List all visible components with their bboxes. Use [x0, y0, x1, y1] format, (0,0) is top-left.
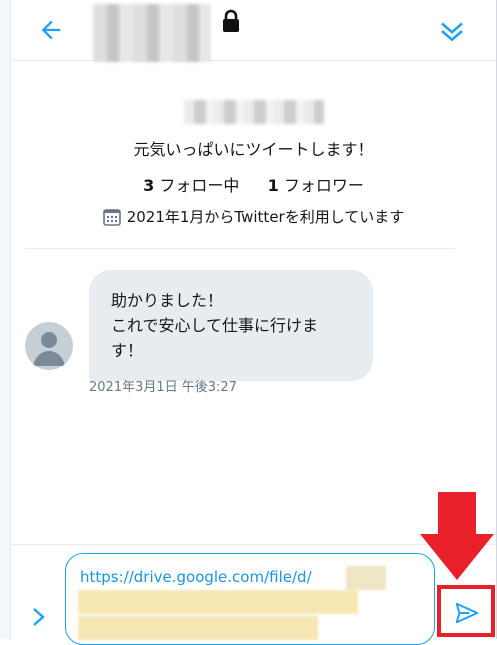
red-down-arrow	[420, 492, 494, 580]
follow-stats: 3 フォロー中 1 フォロワー	[11, 172, 496, 196]
profile-summary: 元気いっぱいにツイートします！ 3 フォロー中 1 フォロワー 2021年1月か…	[11, 100, 496, 227]
double-chevron-down-icon[interactable]	[437, 16, 467, 46]
redacted-url-part	[346, 566, 386, 590]
message-line: 助かりました！	[111, 291, 224, 310]
joined-text: 2021年1月からTwitterを利用しています	[126, 208, 405, 226]
following-label[interactable]: フォロー中	[159, 176, 239, 195]
paper-plane-icon	[455, 602, 479, 624]
message-bubble[interactable]: 助かりました！ これで安心して仕事に行けま す！	[89, 270, 373, 381]
lock-icon	[223, 9, 239, 32]
redacted-conversation-name	[93, 4, 211, 62]
message-line: す！	[111, 341, 144, 360]
section-divider	[25, 248, 455, 249]
followers-label[interactable]: フォロワー	[284, 176, 364, 195]
back-arrow-icon[interactable]	[37, 16, 65, 44]
message-timestamp: 2021年3月1日 午後3:27	[89, 380, 237, 395]
calendar-icon	[102, 208, 121, 226]
send-button[interactable]	[437, 585, 495, 637]
redacted-url-part	[78, 590, 358, 614]
conversation-header	[11, 0, 496, 62]
chevron-right-icon[interactable]	[29, 605, 49, 629]
following-count[interactable]: 3	[143, 176, 154, 195]
avatar[interactable]	[25, 322, 73, 370]
redacted-url-part	[78, 616, 318, 640]
joined-date: 2021年1月からTwitterを利用しています	[11, 206, 496, 227]
message-input[interactable]: https://drive.google.com/file/d/	[65, 553, 435, 645]
message-input-text: https://drive.google.com/file/d/	[80, 568, 312, 586]
redacted-user-handle	[183, 100, 324, 124]
followers-count[interactable]: 1	[268, 176, 279, 195]
profile-bio: 元気いっぱいにツイートします！	[133, 140, 374, 159]
message-line: これで安心して仕事に行けま	[111, 316, 319, 335]
default-avatar-icon	[33, 332, 65, 366]
